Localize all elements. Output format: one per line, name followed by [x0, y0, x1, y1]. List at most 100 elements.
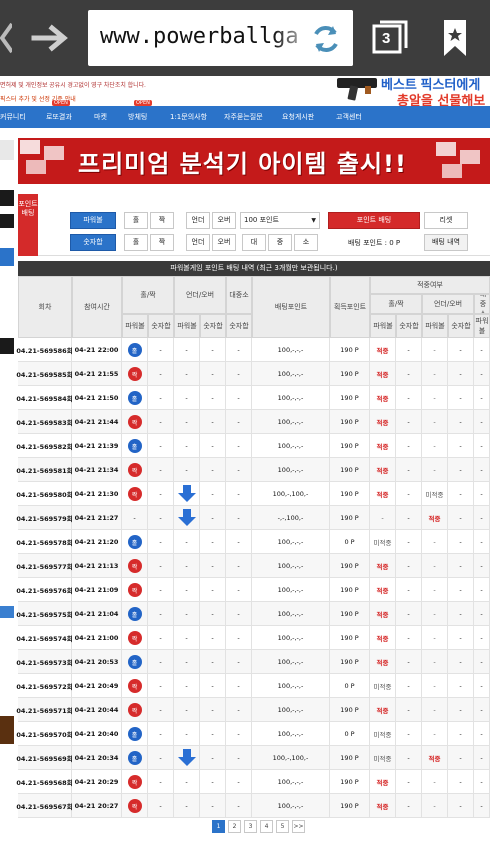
- table-row: 04.21-569586회 04-21 22:00 홀 - - - -100,-,-,- 19…: [16, 338, 490, 362]
- size-medium-button[interactable]: 중: [268, 234, 292, 251]
- tab-switcher-button[interactable]: 3: [370, 20, 410, 56]
- browser-toolbar: www.powerballga 3: [0, 0, 490, 76]
- subheader-sum: 숫자합: [200, 314, 226, 338]
- empty-cell: -: [148, 722, 174, 746]
- result-odd-even-cell: 적중: [370, 698, 396, 722]
- odd-even-cell: 홀: [122, 434, 148, 458]
- time-cell: 04-21 20:29: [72, 770, 122, 794]
- back-icon[interactable]: [0, 20, 12, 56]
- header-win-point: 획득포인트: [330, 276, 370, 338]
- empty-cell: -: [226, 386, 252, 410]
- powerball-even-button[interactable]: 짝: [150, 212, 174, 229]
- nav-item[interactable]: 로또결과: [46, 112, 72, 122]
- subheader-pb: 파워볼: [422, 314, 448, 338]
- win-point-cell: 190 P: [330, 410, 370, 434]
- empty-cell: -: [148, 770, 174, 794]
- nav-item[interactable]: 요청게시판: [282, 112, 314, 122]
- powerball-type-button[interactable]: 파워볼: [70, 212, 116, 229]
- empty-cell: -: [200, 362, 226, 386]
- round-cell: 04.21-569573회: [16, 650, 73, 674]
- empty-cell: -: [200, 554, 226, 578]
- nav-item[interactable]: 고객센터: [336, 112, 362, 122]
- nav-item[interactable]: 방체팅: [128, 112, 147, 122]
- premium-banner[interactable]: 프리미엄 분석기 아이템 출시!!: [18, 130, 490, 190]
- sum-under-button[interactable]: 언더: [186, 234, 210, 251]
- bet-point-cell: 100,-,-,-: [252, 530, 330, 554]
- powerball-odd-button[interactable]: 홀: [124, 212, 148, 229]
- under-over-cell: -: [174, 770, 200, 794]
- page-button[interactable]: 4: [260, 820, 273, 833]
- empty-cell: -: [448, 434, 474, 458]
- page-button[interactable]: 3: [244, 820, 257, 833]
- time-cell: 04-21 21:50: [72, 386, 122, 410]
- empty-cell: -: [200, 578, 226, 602]
- empty-cell: -: [396, 602, 422, 626]
- empty-cell: -: [396, 338, 422, 362]
- page-button[interactable]: 2: [228, 820, 241, 833]
- result-odd-even-cell: 적중: [370, 338, 396, 362]
- even-ball-icon: 짝: [127, 583, 142, 597]
- bet-point-cell: 100,-,-,-: [252, 554, 330, 578]
- empty-cell: -: [448, 410, 474, 434]
- result-odd-even-cell: 적중: [370, 410, 396, 434]
- empty-cell: -: [474, 386, 490, 410]
- empty-cell: -: [148, 602, 174, 626]
- ad-banner-top[interactable]: 베스트 픽스터에게 총알을 선물해보세요!: [335, 72, 490, 128]
- bet-point-cell: 100,-,100,-: [252, 482, 330, 506]
- table-row: 04.21-569578회 04-21 21:20 홀 - - - -100,-,-,- 0 …: [16, 530, 490, 554]
- table-row: 04.21-569571회 04-21 20:44 짝 - - - -100,-,-,- 19…: [16, 698, 490, 722]
- time-cell: 04-21 21:34: [72, 458, 122, 482]
- result-under-over-cell: -: [422, 554, 448, 578]
- nav-item[interactable]: 1:1문의사항: [170, 112, 207, 122]
- table-row: 04.21-569583회 04-21 21:44 짝 - - - -100,-,-,- 19…: [16, 410, 490, 434]
- point-amount-select[interactable]: 100 포인트 ▼: [240, 212, 320, 229]
- win-point-cell: 190 P: [330, 362, 370, 386]
- empty-cell: -: [148, 650, 174, 674]
- sum-even-button[interactable]: 짝: [150, 234, 174, 251]
- nav-item[interactable]: 커뮤니티: [0, 112, 26, 122]
- bet-point-cell: 100,-,-,-: [252, 362, 330, 386]
- round-cell: 04.21-569585회: [16, 362, 73, 386]
- url-text[interactable]: www.powerballga: [100, 24, 299, 49]
- point-bet-button[interactable]: 포인트 배팅: [328, 212, 420, 229]
- empty-cell: -: [226, 650, 252, 674]
- size-large-button[interactable]: 대: [242, 234, 266, 251]
- sum-odd-button[interactable]: 홀: [124, 234, 148, 251]
- nav-item[interactable]: 자주묻는질문: [224, 112, 263, 122]
- address-bar[interactable]: www.powerballga: [88, 10, 353, 66]
- result-odd-even-cell: 미적중: [370, 674, 396, 698]
- reset-button[interactable]: 리셋: [424, 212, 468, 229]
- win-point-cell: 190 P: [330, 506, 370, 530]
- sum-over-button[interactable]: 오버: [212, 234, 236, 251]
- under-over-cell: -: [174, 602, 200, 626]
- bet-history-button[interactable]: 배팅 내역: [424, 234, 468, 251]
- empty-cell: -: [396, 578, 422, 602]
- win-point-cell: 0 P: [330, 722, 370, 746]
- empty-cell: -: [226, 530, 252, 554]
- number-sum-type-button[interactable]: 숫자합: [70, 234, 116, 251]
- nav-item[interactable]: 마켓: [94, 112, 107, 122]
- page-button[interactable]: 5: [276, 820, 289, 833]
- page-button[interactable]: 1: [212, 820, 225, 833]
- empty-cell: -: [474, 650, 490, 674]
- powerball-over-button[interactable]: 오버: [212, 212, 236, 229]
- win-point-cell: 190 P: [330, 338, 370, 362]
- powerball-under-button[interactable]: 언더: [186, 212, 210, 229]
- table-row: 04.21-569580회 04-21 21:30 짝 - - -100,-,100,- 1…: [16, 482, 490, 506]
- empty-cell: -: [226, 746, 252, 770]
- empty-cell: -: [474, 482, 490, 506]
- size-small-button[interactable]: 소: [294, 234, 318, 251]
- header-bet-point: 배팅포인트: [252, 276, 330, 338]
- forward-arrow-icon[interactable]: [30, 22, 70, 54]
- round-cell: 04.21-569579회: [16, 506, 73, 530]
- empty-cell: -: [148, 482, 174, 506]
- empty-cell: -: [474, 674, 490, 698]
- next-page-button[interactable]: >>: [292, 820, 305, 833]
- result-under-over-cell: -: [422, 602, 448, 626]
- result-odd-even-cell: 적중: [370, 626, 396, 650]
- empty-cell: -: [448, 506, 474, 530]
- reload-icon[interactable]: [309, 22, 343, 56]
- result-under-over-cell: -: [422, 386, 448, 410]
- bookmark-icon[interactable]: [440, 18, 470, 58]
- under-arrow-icon: [177, 509, 196, 526]
